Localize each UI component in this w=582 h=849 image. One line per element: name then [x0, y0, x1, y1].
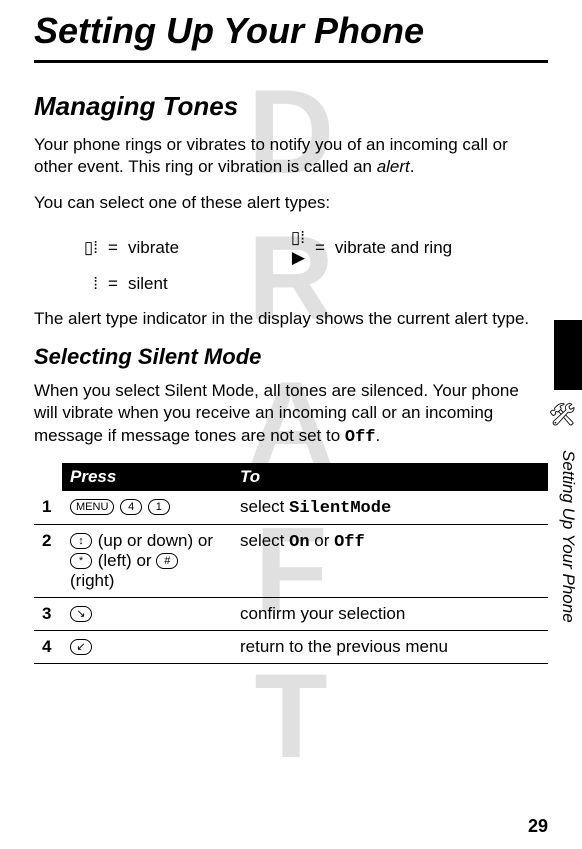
step-to: return to the previous menu [232, 630, 548, 663]
sub-p1-a: When you select Silent Mode, all tones a… [34, 381, 519, 444]
silent-label: silent [128, 274, 275, 294]
step-num: 4 [34, 630, 62, 663]
step-press: MENU 4 1 [62, 491, 232, 525]
intro-paragraph-2: You can select one of these alert types: [34, 192, 534, 214]
step-num: 1 [34, 491, 62, 525]
equals-sign: = [104, 274, 122, 294]
to-mono: On [289, 533, 309, 552]
press-txt2: (left) or [93, 551, 156, 570]
sub-p1-b: . [376, 426, 381, 445]
table-head-press: Press [62, 463, 232, 491]
vibrate-ring-icon: ▯⁞▶ [281, 228, 305, 268]
key-1: 1 [148, 499, 170, 515]
intro-p1-em: alert [377, 157, 410, 176]
step-press: ↘ [62, 597, 232, 630]
page-number: 29 [528, 816, 548, 837]
equals-sign: = [104, 238, 122, 258]
equals-sign: = [311, 238, 329, 258]
vibrate-icon: ▯⁞ [74, 238, 98, 258]
steps-table: Press To 1 MENU 4 1 select SilentMode 2 … [34, 463, 548, 664]
table-row: 3 ↘ confirm your selection [34, 597, 548, 630]
subsection-paragraph: When you select Silent Mode, all tones a… [34, 380, 534, 448]
press-txt1: (up or down) or [93, 531, 213, 550]
to-mono: SilentMode [289, 499, 391, 518]
step-to: select SilentMode [232, 491, 548, 525]
step-press: ↕ (up or down) or * (left) or # (right) [62, 524, 232, 597]
step-to: confirm your selection [232, 597, 548, 630]
step-to: select On or Off [232, 524, 548, 597]
key-star: * [70, 553, 92, 569]
to-a: select [240, 497, 289, 516]
sub-p1-mono: Off [345, 428, 376, 447]
step-num: 2 [34, 524, 62, 597]
chapter-title: Setting Up Your Phone [34, 10, 548, 52]
intro-p1-a: Your phone rings or vibrates to notify y… [34, 135, 508, 176]
section-title: Managing Tones [34, 91, 548, 122]
vibrate-label: vibrate [128, 238, 275, 258]
table-row: 2 ↕ (up or down) or * (left) or # (right… [34, 524, 548, 597]
silent-icon: ⁞ [74, 274, 98, 294]
table-head-blank [34, 463, 62, 491]
to-mid: or [310, 531, 335, 550]
key-4: 4 [120, 499, 142, 515]
vibrate-ring-label: vibrate and ring [335, 238, 548, 258]
subsection-title: Selecting Silent Mode [34, 344, 548, 370]
step-num: 3 [34, 597, 62, 630]
to-a: select [240, 531, 289, 550]
table-row: 1 MENU 4 1 select SilentMode [34, 491, 548, 525]
to-mono2: Off [334, 533, 365, 552]
key-menu: MENU [70, 499, 114, 515]
table-head-to: To [232, 463, 548, 491]
table-row: 4 ↙ return to the previous menu [34, 630, 548, 663]
alert-types-grid: ▯⁞ = vibrate ▯⁞▶ = vibrate and ring ⁞ = … [74, 228, 548, 294]
key-hash: # [156, 553, 178, 569]
intro-paragraph-1: Your phone rings or vibrates to notify y… [34, 134, 534, 178]
key-softright: ↘ [70, 606, 92, 622]
intro-p1-tail: . [410, 157, 415, 176]
press-txt3: (right) [70, 571, 114, 590]
step-press: ↙ [62, 630, 232, 663]
intro-paragraph-3: The alert type indicator in the display … [34, 308, 534, 330]
key-softleft: ↙ [70, 639, 92, 655]
key-nav: ↕ [70, 533, 92, 549]
chapter-rule [34, 60, 548, 63]
